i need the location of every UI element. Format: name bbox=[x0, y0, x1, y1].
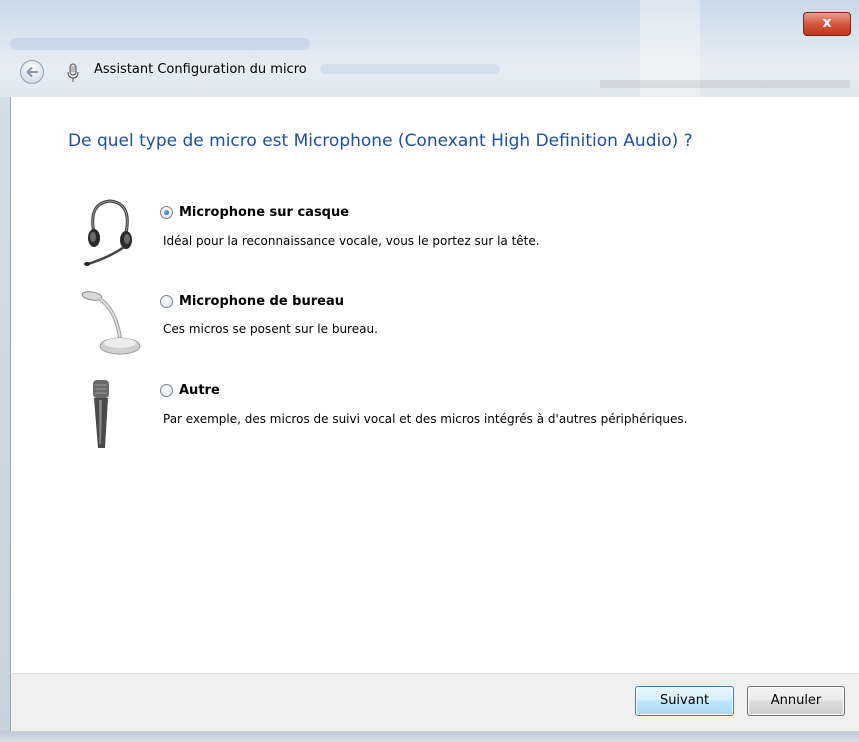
wizard-content bbox=[10, 97, 859, 673]
option-description: Idéal pour la reconnaissance vocale, vou… bbox=[163, 234, 540, 248]
title-bar: x Assistant Configuration du micro bbox=[0, 0, 859, 97]
option-description: Ces micros se posent sur le bureau. bbox=[163, 322, 378, 336]
microphone-icon bbox=[67, 63, 79, 82]
radio-desktop[interactable] bbox=[160, 295, 173, 308]
window-title: Assistant Configuration du micro bbox=[94, 62, 307, 77]
handheld-microphone-icon bbox=[93, 380, 109, 448]
desktop-microphone-icon bbox=[81, 291, 141, 355]
radio-headset[interactable] bbox=[160, 206, 173, 219]
close-icon: x bbox=[822, 15, 832, 31]
option-label: Autre bbox=[179, 383, 220, 398]
option-label: Microphone de bureau bbox=[179, 294, 344, 309]
cancel-button[interactable]: Annuler bbox=[747, 686, 845, 716]
background-blur bbox=[10, 38, 310, 50]
page-heading: De quel type de micro est Microphone (Co… bbox=[68, 131, 693, 151]
window-frame bbox=[0, 97, 10, 742]
option-other-row[interactable]: Autre bbox=[160, 383, 220, 398]
option-headset-row[interactable]: Microphone sur casque bbox=[160, 205, 349, 220]
option-label: Microphone sur casque bbox=[179, 205, 350, 220]
radio-other[interactable] bbox=[160, 384, 173, 397]
background-blur bbox=[600, 80, 850, 88]
background-blur bbox=[320, 64, 500, 74]
headset-icon bbox=[84, 199, 132, 266]
close-button[interactable]: x bbox=[803, 12, 851, 36]
option-description: Par exemple, des micros de suivi vocal e… bbox=[163, 412, 688, 426]
back-arrow-icon bbox=[26, 67, 38, 77]
back-button[interactable] bbox=[20, 60, 44, 84]
next-button[interactable]: Suivant bbox=[635, 686, 734, 716]
window-frame bbox=[0, 731, 859, 742]
option-desktop-row[interactable]: Microphone de bureau bbox=[160, 294, 344, 309]
